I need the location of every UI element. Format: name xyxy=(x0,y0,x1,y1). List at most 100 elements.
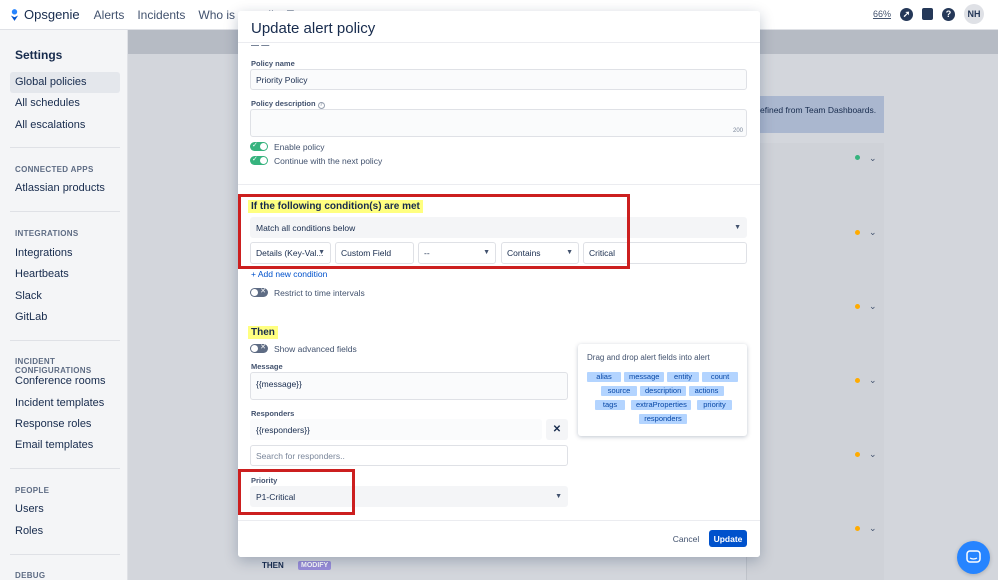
user-avatar[interactable]: NH xyxy=(964,4,984,24)
status-dot xyxy=(855,230,860,235)
show-advanced-fields-label: Show advanced fields xyxy=(274,344,357,354)
background-info-text: efined from Team Dashboards. xyxy=(760,105,877,115)
sidebar-title: Settings xyxy=(15,48,63,62)
continue-next-policy-label: Continue with the next policy xyxy=(274,156,383,166)
sidebar-item-slack[interactable]: Slack xyxy=(10,286,120,307)
dialog-title: Update alert policy xyxy=(251,20,376,37)
check-icon: ✓ xyxy=(252,156,258,163)
alert-field-chip[interactable]: source xyxy=(601,386,637,396)
nav-incidents[interactable]: Incidents xyxy=(137,8,185,22)
chevron-down-icon: ⌄ xyxy=(869,153,877,163)
sidebar-item-all-schedules[interactable]: All schedules xyxy=(10,93,120,114)
chevron-down-icon: ▼ xyxy=(555,492,562,500)
policy-description-label: Policy description? xyxy=(251,99,325,109)
background-modify-badge: MODIFY xyxy=(298,561,332,570)
zoom-level[interactable]: 66% xyxy=(873,9,891,19)
sidebar-item-gitlab[interactable]: GitLab xyxy=(10,307,120,328)
alert-field-chip[interactable]: alias xyxy=(587,372,621,382)
priority-annotation-box xyxy=(238,469,355,515)
chevron-down-icon: ⌄ xyxy=(869,375,877,385)
policy-name-value: Priority Policy xyxy=(256,74,308,85)
message-value: {{message}} xyxy=(256,379,302,389)
alert-field-chip[interactable]: actions xyxy=(689,386,724,396)
sidebar-heading-integrations: INTEGRATIONS xyxy=(15,229,79,238)
alert-field-chip[interactable]: description xyxy=(640,386,686,396)
alert-field-chip[interactable]: message xyxy=(624,372,664,382)
message-label: Message xyxy=(251,362,283,371)
chevron-down-icon: ⌄ xyxy=(869,523,877,533)
sidebar-heading-debug: DEBUG xyxy=(15,571,46,580)
alert-field-chip[interactable]: entity xyxy=(667,372,699,382)
clear-responders-button[interactable]: ✕ xyxy=(546,419,568,440)
sidebar-item-roles[interactable]: Roles xyxy=(10,521,120,542)
enable-policy-label: Enable policy xyxy=(274,142,325,152)
enable-policy-toggle[interactable]: ✓ xyxy=(250,142,268,151)
search-responders-input[interactable]: Search for responders.. xyxy=(250,445,568,466)
help-icon[interactable]: ? xyxy=(942,7,955,21)
sidebar-divider xyxy=(10,340,120,341)
close-icon: ✕ xyxy=(552,424,562,435)
responders-label: Responders xyxy=(251,409,295,418)
policy-name-input[interactable]: Priority Policy xyxy=(250,69,747,90)
sidebar-item-integrations[interactable]: Integrations xyxy=(10,243,120,264)
status-dot xyxy=(855,452,860,457)
status-dot xyxy=(855,378,860,383)
alert-fields-panel: Drag and drop alert fields into alert al… xyxy=(578,344,747,436)
restrict-time-intervals-toggle[interactable]: ✕ xyxy=(250,288,268,297)
notifications-icon[interactable] xyxy=(922,8,933,20)
toggle-knob xyxy=(260,143,267,150)
cancel-button[interactable]: Cancel xyxy=(668,530,704,547)
opsgenie-logo[interactable]: Opsgenie xyxy=(10,7,80,22)
sidebar-item-heartbeats[interactable]: Heartbeats xyxy=(10,264,120,285)
restrict-time-intervals-label: Restrict to time intervals xyxy=(274,288,365,298)
alert-field-chip[interactable]: priority xyxy=(697,400,732,410)
sidebar-item-global-policies[interactable]: Global policies xyxy=(10,72,120,93)
settings-sidebar: Settings Global policies All schedules A… xyxy=(0,30,128,580)
sidebar-item-users[interactable]: Users xyxy=(10,499,120,520)
alert-field-chip[interactable]: extraProperties xyxy=(631,400,691,410)
alert-field-chip[interactable]: tags xyxy=(595,400,625,410)
status-dot xyxy=(855,526,860,531)
toggle-knob xyxy=(251,289,258,296)
sidebar-item-conference-rooms[interactable]: Conference rooms xyxy=(10,371,120,392)
chevron-down-icon: ⌄ xyxy=(869,301,877,311)
background-policy-list xyxy=(746,143,884,580)
then-heading: Then xyxy=(248,326,278,339)
brand-name: Opsgenie xyxy=(24,7,80,22)
compass-icon[interactable]: ➚ xyxy=(900,7,913,21)
update-button[interactable]: Update xyxy=(709,530,747,547)
sidebar-item-all-escalations[interactable]: All escalations xyxy=(10,115,120,136)
policy-description-textarea[interactable] xyxy=(250,109,747,137)
nav-alerts[interactable]: Alerts xyxy=(94,8,125,22)
top-right-controls: 66% ➚ ? NH xyxy=(873,4,984,24)
sidebar-divider xyxy=(10,147,120,148)
continue-next-policy-toggle[interactable]: ✓ xyxy=(250,156,268,165)
chevron-down-icon: ⌄ xyxy=(869,449,877,459)
policy-description-label-text: Policy description xyxy=(251,99,316,108)
message-input[interactable]: {{message}} xyxy=(250,372,568,400)
toggle-knob xyxy=(260,157,267,164)
sidebar-divider xyxy=(10,554,120,555)
show-advanced-fields-toggle[interactable]: ✕ xyxy=(250,344,268,353)
sidebar-item-response-roles[interactable]: Response roles xyxy=(10,414,120,435)
sidebar-item-email-templates[interactable]: Email templates xyxy=(10,435,120,456)
status-dot xyxy=(855,304,860,309)
policy-name-label: Policy name xyxy=(251,59,295,68)
close-icon: ✕ xyxy=(260,288,266,295)
chat-support-button[interactable] xyxy=(957,541,990,574)
responders-field[interactable]: {{responders}} xyxy=(250,419,542,440)
add-new-condition-link[interactable]: + Add new condition xyxy=(251,269,327,279)
sidebar-item-atlassian-products[interactable]: Atlassian products xyxy=(10,178,120,199)
alert-field-chip[interactable]: responders xyxy=(639,414,687,424)
dialog-header: Update alert policy xyxy=(238,11,760,43)
update-alert-policy-dialog: — — Update alert policy Policy name Prio… xyxy=(238,11,760,557)
sidebar-item-incident-templates[interactable]: Incident templates xyxy=(10,393,120,414)
toggle-knob xyxy=(251,345,258,352)
check-icon: ✓ xyxy=(252,142,258,149)
help-icon[interactable]: ? xyxy=(317,102,325,109)
section-divider xyxy=(238,184,760,185)
opsgenie-logo-icon xyxy=(10,8,19,21)
alert-field-chip[interactable]: count xyxy=(702,372,738,382)
search-responders-placeholder: Search for responders.. xyxy=(256,450,345,461)
background-then-label: THEN xyxy=(262,561,284,570)
